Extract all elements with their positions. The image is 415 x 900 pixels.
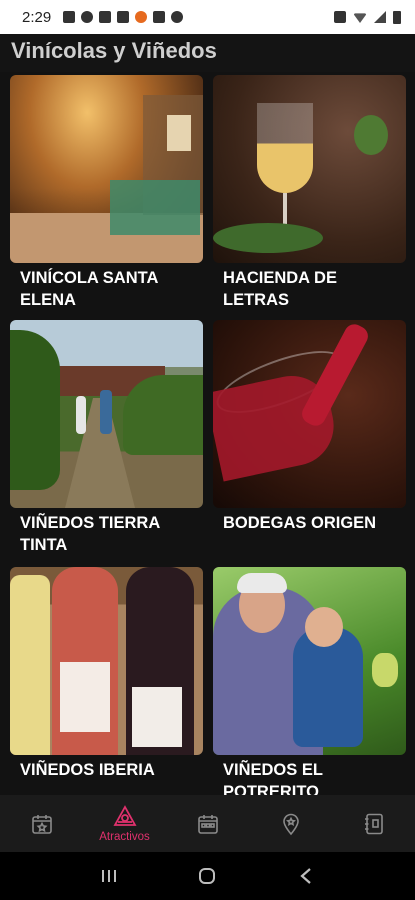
page-title: Vinícolas y Viñedos	[11, 38, 217, 63]
place-card[interactable]: VIÑEDOS IBERIA	[10, 567, 203, 781]
nfc-icon	[334, 11, 346, 23]
place-name: VIÑEDOS IBERIA	[20, 761, 155, 779]
photo-icon	[99, 11, 112, 23]
home-icon	[199, 868, 216, 884]
nav-item-attractions[interactable]: Atractivos	[90, 795, 160, 852]
place-card[interactable]: VINÍCOLA SANTA ELENA	[10, 75, 203, 311]
place-card[interactable]: HACIENDA DE LETRAS	[213, 75, 406, 311]
vineyard-couple-photo[interactable]	[10, 320, 203, 508]
place-card[interactable]: VIÑEDOS EL POTRERITO	[213, 567, 406, 795]
place-name: VIÑEDOS TIERRA TINTA	[20, 514, 160, 554]
place-name: VIÑEDOS EL POTRERITO	[223, 761, 323, 795]
wine-bottles-photo[interactable]	[10, 567, 203, 755]
app-header: Vinícolas y Viñedos	[0, 34, 415, 72]
signal-icon	[374, 11, 386, 23]
place-name: VINÍCOLA SANTA ELENA	[20, 269, 158, 309]
message-icon	[63, 11, 76, 23]
home-button[interactable]	[195, 864, 219, 888]
nav-item-contacts[interactable]	[339, 795, 409, 852]
status-bar: 2:29	[0, 0, 415, 34]
nav-label-attractions: Atractivos	[99, 830, 150, 843]
nav-item-location[interactable]	[256, 795, 326, 852]
place-card[interactable]: BODEGAS ORIGEN	[213, 320, 406, 534]
back-button[interactable]	[294, 864, 318, 888]
battery-icon	[393, 10, 401, 24]
system-navigation-bar	[0, 852, 415, 900]
alert-icon	[117, 11, 130, 23]
places-grid: VINÍCOLA SANTA ELENA HACIENDA DE LETRAS …	[0, 72, 415, 795]
place-card[interactable]: VIÑEDOS TIERRA TINTA	[10, 320, 203, 556]
grandfather-child-photo[interactable]	[213, 567, 406, 755]
app-icon	[135, 11, 148, 23]
white-wine-glass-photo[interactable]	[213, 75, 406, 263]
back-icon	[300, 868, 311, 884]
contacts-book-icon	[364, 813, 383, 834]
shield-icon	[153, 11, 166, 23]
calendar-grid-icon	[197, 814, 218, 834]
cloud-icon	[81, 11, 94, 23]
place-name: HACIENDA DE LETRAS	[223, 269, 337, 309]
bottom-navigation: Atractivos	[0, 795, 415, 852]
nav-item-calendar[interactable]	[173, 795, 243, 852]
nav-item-calendar-star[interactable]	[7, 795, 77, 852]
red-wine-pour-photo[interactable]	[213, 320, 406, 508]
recents-button[interactable]	[97, 864, 121, 888]
winery-interior-photo[interactable]	[10, 75, 203, 263]
attractions-icon	[112, 804, 137, 826]
calendar-star-icon	[31, 814, 52, 834]
recents-icon	[102, 870, 117, 882]
location-pin-icon	[282, 813, 299, 835]
status-time: 2:29	[22, 8, 52, 26]
place-name: BODEGAS ORIGEN	[223, 514, 377, 532]
assistant-icon	[171, 11, 184, 23]
wifi-icon	[353, 13, 367, 23]
